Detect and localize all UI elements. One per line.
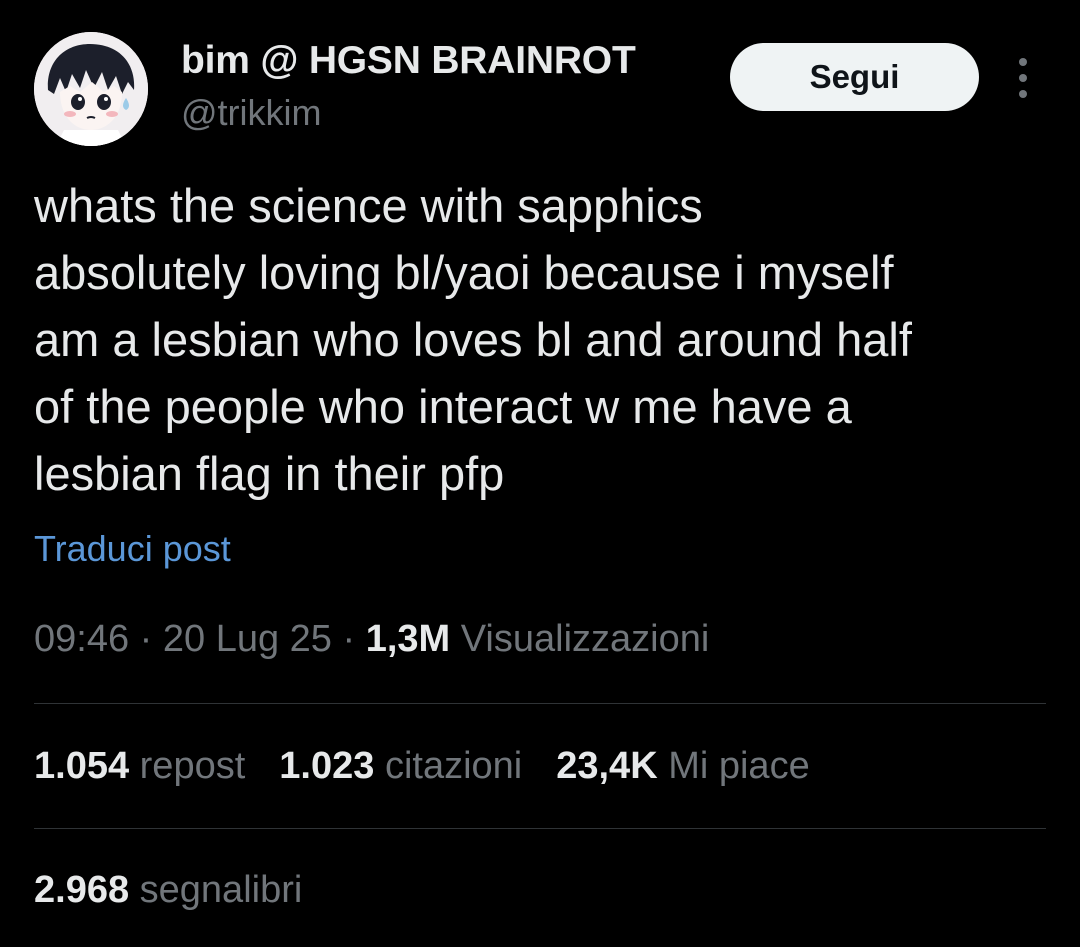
translate-post-link[interactable]: Traduci post	[34, 528, 231, 570]
meta-separator: ·	[342, 618, 356, 660]
quotes-label: citazioni	[384, 745, 523, 787]
reposts-count: 1.054	[34, 745, 130, 787]
engagement-stats: 1.054 repost 1.023 citazioni 23,4K Mi pi…	[34, 745, 810, 788]
post-meta: 09:46 · 20 Lug 25 · 1,3M Visualizzazioni	[34, 618, 709, 661]
views-count: 1,3M	[365, 618, 451, 660]
dot	[1019, 90, 1027, 98]
post-text: whats the science with sapphics absolute…	[34, 179, 912, 500]
dot	[1019, 74, 1027, 82]
meta-separator: ·	[139, 618, 153, 660]
divider	[34, 703, 1046, 704]
author-display-name[interactable]: bim @ HGSN BRAINROT	[181, 39, 636, 83]
likes-count: 23,4K	[556, 745, 658, 787]
bookmarks-label: segnalibri	[139, 869, 303, 911]
bookmarks-stat[interactable]: 2.968 segnalibri	[34, 869, 302, 912]
views-label: Visualizzazioni	[460, 618, 710, 660]
post-detail: bim @ HGSN BRAINROT @trikkim Segui whats…	[0, 0, 1080, 947]
dot	[1019, 58, 1027, 66]
quotes-count: 1.023	[279, 745, 375, 787]
quotes-stat[interactable]: 1.023 citazioni	[279, 745, 522, 788]
post-time[interactable]: 09:46	[34, 618, 129, 660]
avatar[interactable]	[34, 32, 148, 146]
avatar-image	[34, 32, 148, 146]
bookmarks-count: 2.968	[34, 869, 130, 911]
more-vertical-icon[interactable]	[1006, 58, 1040, 98]
follow-button[interactable]: Segui	[730, 43, 979, 111]
divider	[34, 828, 1046, 829]
reposts-stat[interactable]: 1.054 repost	[34, 745, 245, 788]
reposts-label: repost	[139, 745, 246, 787]
author-handle[interactable]: @trikkim	[181, 92, 322, 134]
likes-label: Mi piace	[668, 745, 810, 787]
post-date[interactable]: 20 Lug 25	[163, 618, 332, 660]
likes-stat[interactable]: 23,4K Mi piace	[556, 745, 809, 788]
